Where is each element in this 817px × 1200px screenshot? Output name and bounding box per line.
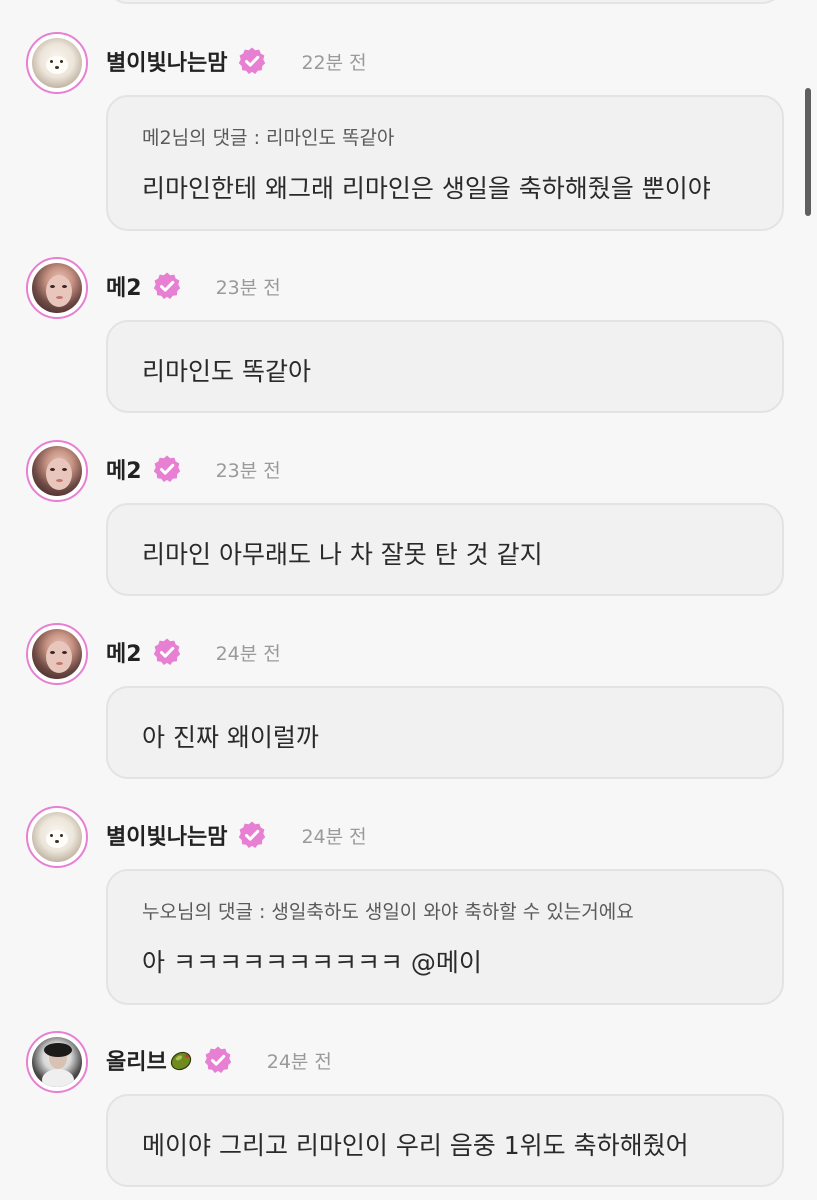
- girl-avatar-image: [32, 629, 82, 679]
- user-avatar[interactable]: [26, 440, 88, 502]
- verified-badge-icon: [239, 47, 266, 74]
- comment-header: 메2 23분 전: [106, 452, 281, 486]
- comment-bubble: 아 진짜 왜이럴까: [106, 686, 784, 779]
- comment-text: 아 ㅋㅋㅋㅋㅋㅋㅋㅋㅋㅋ @메이: [142, 948, 482, 977]
- comment-bubble: 메이야 그리고 리마인이 우리 음중 1위도 축하해줬어: [106, 1094, 784, 1187]
- comment-item: 메2 24분 전 아 진짜 왜이럴까: [0, 623, 817, 783]
- comment-header: 메2 24분 전: [106, 635, 281, 669]
- comment-item: 올리브 24분 전 메이야 그리고 리마인이 우리 음중 1위도 축하해줬어: [0, 1031, 817, 1200]
- username[interactable]: 별이빛나는맘: [106, 819, 227, 851]
- verified-badge-icon: [204, 1046, 231, 1073]
- comment-timestamp: 24분 전: [215, 642, 281, 665]
- username[interactable]: 메2: [106, 270, 142, 302]
- verified-badge-icon: [153, 638, 180, 665]
- username[interactable]: 별이빛나는맘: [106, 45, 227, 77]
- comment-text: 아 진짜 왜이럴까: [142, 723, 319, 752]
- comment-timestamp: 24분 전: [266, 1050, 332, 1073]
- comment-timestamp: 23분 전: [215, 459, 281, 482]
- comment-text: 리마인 아무래도 나 차 잘못 탄 것 같지: [142, 540, 543, 569]
- comment-text: 리마인도 똑같아: [142, 357, 311, 386]
- comment-item: 별이빛나는맘 22분 전 메2님의 댓글 : 리마인도 똑같아 리마인한테 왜그…: [0, 32, 817, 232]
- username[interactable]: 올리브: [106, 1044, 167, 1076]
- user-avatar[interactable]: [26, 32, 88, 94]
- comment-timestamp: 24분 전: [301, 825, 367, 848]
- comment-bubble: 메2님의 댓글 : 리마인도 똑같아 리마인한테 왜그래 리마인은 생일을 축하…: [106, 95, 784, 231]
- comment-bubble: 리마인도 똑같아: [106, 320, 784, 413]
- comment-feed: 별이빛나는맘 22분 전 메2님의 댓글 : 리마인도 똑같아 리마인한테 왜그…: [0, 0, 817, 1200]
- username[interactable]: 메2: [106, 636, 142, 668]
- user-avatar[interactable]: [26, 257, 88, 319]
- comment-item: 메2 23분 전 리마인도 똑같아: [0, 257, 817, 417]
- reply-reference: 메2님의 댓글 : 리마인도 똑같아: [142, 127, 395, 149]
- olive-emoji-icon: [170, 1051, 191, 1071]
- girl-avatar-image: [32, 446, 82, 496]
- dog-avatar-image: [32, 38, 82, 88]
- comment-timestamp: 22분 전: [301, 51, 367, 74]
- olive-avatar-image: [32, 1037, 82, 1087]
- girl-avatar-image: [32, 263, 82, 313]
- comment-text: 메이야 그리고 리마인이 우리 음중 1위도 축하해줬어: [142, 1131, 689, 1160]
- comment-text: 리마인한테 왜그래 리마인은 생일을 축하해줬을 뿐이야: [142, 174, 711, 203]
- user-avatar[interactable]: [26, 1031, 88, 1093]
- user-avatar[interactable]: [26, 806, 88, 868]
- scrollbar-thumb[interactable]: [805, 88, 811, 216]
- comment-header: 별이빛나는맘 24분 전: [106, 818, 367, 852]
- comment-bubble: 누오님의 댓글 : 생일축하도 생일이 와야 축하할 수 있는거에요 아 ㅋㅋㅋ…: [106, 869, 784, 1005]
- comment-header: 메2 23분 전: [106, 269, 281, 303]
- verified-badge-icon: [153, 272, 180, 299]
- verified-badge-icon: [153, 455, 180, 482]
- comment-bubble: 리마인 아무래도 나 차 잘못 탄 것 같지: [106, 503, 784, 596]
- dog-avatar-image: [32, 812, 82, 862]
- comment-header: 별이빛나는맘 22분 전: [106, 44, 367, 78]
- comment-timestamp: 23분 전: [215, 276, 281, 299]
- comment-item: 별이빛나는맘 24분 전 누오님의 댓글 : 생일축하도 생일이 와야 축하할 …: [0, 806, 817, 1006]
- comment-header: 올리브 24분 전: [106, 1043, 332, 1077]
- username[interactable]: 메2: [106, 453, 142, 485]
- verified-badge-icon: [239, 821, 266, 848]
- reply-reference: 누오님의 댓글 : 생일축하도 생일이 와야 축하할 수 있는거에요: [142, 901, 634, 923]
- user-avatar[interactable]: [26, 623, 88, 685]
- comment-item: 메2 23분 전 리마인 아무래도 나 차 잘못 탄 것 같지: [0, 440, 817, 600]
